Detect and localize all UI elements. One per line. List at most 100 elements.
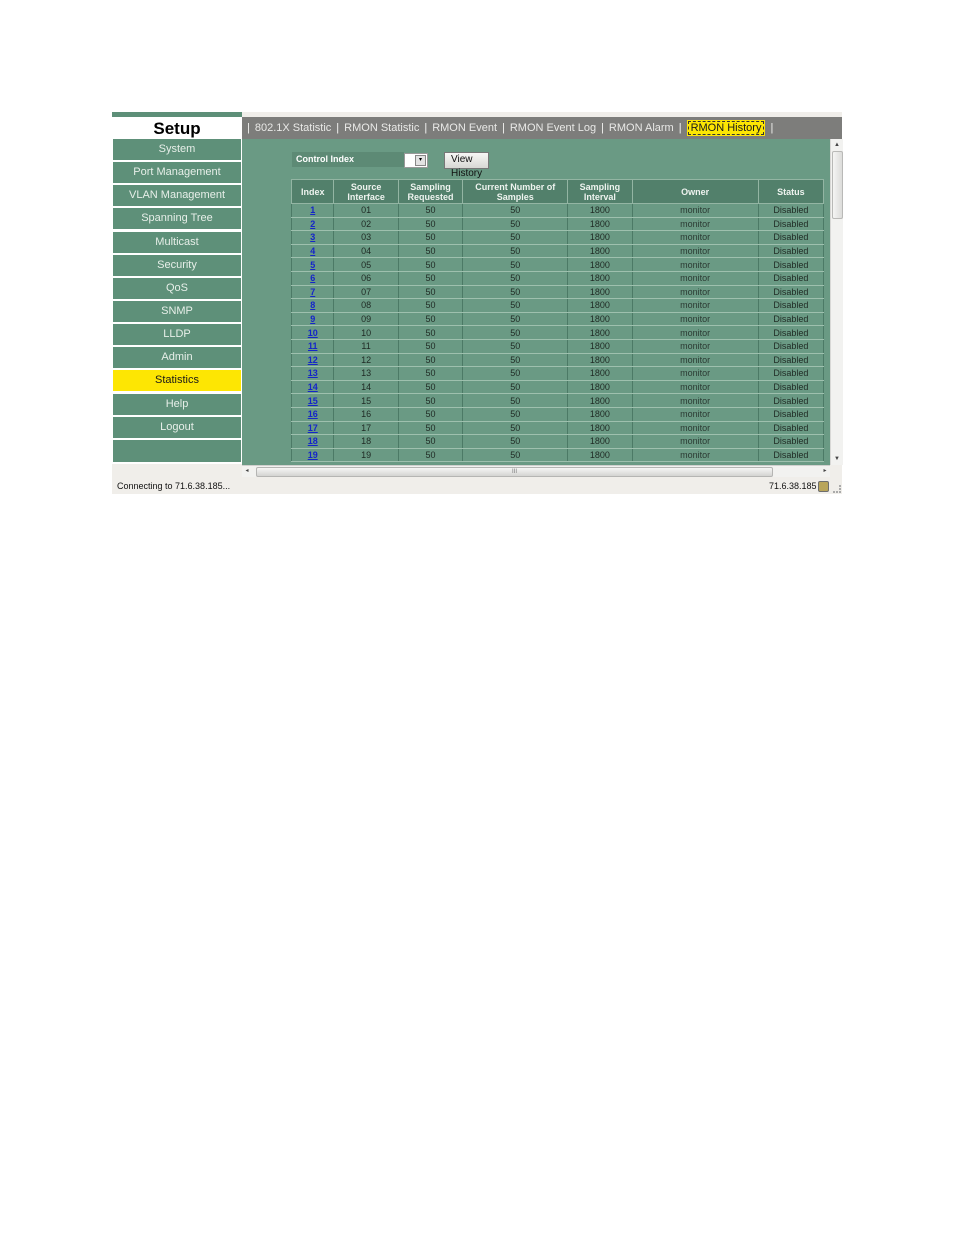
table-row: 19 19 50 50 1800 monitor Disabled [290, 447, 825, 463]
cell-status: Disabled [757, 420, 825, 436]
control-index-select[interactable]: ▾ [404, 153, 428, 168]
index-link[interactable]: 7 [310, 287, 315, 297]
index-link[interactable]: 10 [308, 328, 318, 338]
index-link[interactable]: 8 [310, 300, 315, 310]
scroll-up-icon[interactable]: ▲ [833, 141, 841, 149]
tab-rmon-alarm[interactable]: RMON Alarm [609, 122, 674, 134]
index-link[interactable]: 15 [308, 396, 318, 406]
index-link[interactable]: 13 [308, 368, 318, 378]
index-link[interactable]: 18 [308, 436, 318, 446]
index-link[interactable]: 5 [310, 260, 315, 270]
index-link[interactable]: 1 [310, 205, 315, 215]
sidebar-item-logout[interactable]: Logout [113, 416, 241, 438]
sidebar-item-system[interactable]: System [113, 139, 241, 160]
sidebar-item-vlan-management[interactable]: VLAN Management [113, 185, 241, 207]
sidebar-item-qos[interactable]: QoS [113, 277, 241, 299]
tab-rmon-history[interactable]: RMON History [686, 120, 766, 136]
cell-source-interface: 16 [333, 406, 399, 422]
cell-index: 14 [290, 379, 335, 395]
cell-sampling-requested: 50 [397, 352, 464, 368]
table-row: 11 11 50 50 1800 monitor Disabled [290, 338, 825, 354]
chevron-down-icon[interactable]: ▾ [415, 155, 426, 166]
scroll-right-icon[interactable]: ▸ [820, 466, 830, 477]
cell-owner: monitor [631, 393, 759, 408]
horizontal-scroll-thumb[interactable]: III [256, 467, 773, 477]
cell-current-number-of-samples: 50 [462, 203, 569, 218]
sidebar-item-admin[interactable]: Admin [113, 347, 241, 369]
cell-status: Disabled [757, 311, 825, 327]
index-link[interactable]: 3 [310, 232, 315, 242]
cell-sampling-interval: 1800 [567, 434, 633, 449]
cell-sampling-requested: 50 [397, 284, 464, 300]
index-link[interactable]: 14 [308, 382, 318, 392]
vertical-scroll-thumb[interactable] [832, 151, 843, 219]
cell-owner: monitor [631, 257, 759, 272]
sidebar-item-spanning-tree[interactable]: Spanning Tree [113, 208, 241, 230]
table-row: 5 05 50 50 1800 monitor Disabled [290, 257, 825, 272]
tab-separator: | [247, 122, 250, 134]
column-header-status: Status [757, 179, 825, 204]
cell-source-interface: 18 [333, 434, 399, 449]
cell-index: 13 [290, 366, 335, 381]
index-link[interactable]: 9 [310, 314, 315, 324]
cell-sampling-requested: 50 [397, 406, 464, 422]
scroll-down-icon[interactable]: ▼ [833, 455, 841, 463]
tab-rmon-event-log[interactable]: RMON Event Log [510, 122, 596, 134]
sidebar-item-multicast[interactable]: Multicast [113, 231, 241, 253]
view-history-table-button[interactable]: View History Table [444, 152, 490, 193]
cell-index: 19 [290, 447, 335, 463]
index-link[interactable]: 19 [308, 450, 318, 460]
cell-current-number-of-samples: 50 [462, 257, 569, 272]
sidebar-item-lldp[interactable]: LLDP [113, 324, 241, 346]
index-link[interactable]: 17 [308, 423, 318, 433]
index-link[interactable]: 6 [310, 273, 315, 283]
cell-sampling-interval: 1800 [567, 338, 633, 354]
resize-grip-icon[interactable] [833, 485, 841, 493]
cell-current-number-of-samples: 50 [462, 325, 569, 340]
cell-source-interface: 07 [333, 284, 399, 300]
tab-802-1x-statistic[interactable]: 802.1X Statistic [255, 122, 331, 134]
cell-index: 7 [290, 284, 335, 300]
cell-current-number-of-samples: 50 [462, 406, 569, 422]
sidebar-item-statistics[interactable]: Statistics [113, 370, 241, 392]
cell-sampling-requested: 50 [397, 230, 464, 245]
table-row: 7 07 50 50 1800 monitor Disabled [290, 284, 825, 300]
index-link[interactable]: 11 [308, 341, 318, 351]
cell-index: 1 [290, 203, 335, 218]
cell-status: Disabled [757, 393, 825, 408]
column-header-sampling-requested: Sampling Requested [397, 179, 464, 204]
index-link[interactable]: 2 [310, 219, 315, 229]
cell-source-interface: 13 [333, 366, 399, 381]
cell-owner: monitor [631, 311, 759, 327]
scroll-left-icon[interactable]: ◂ [242, 466, 252, 477]
tab-rmon-event[interactable]: RMON Event [432, 122, 497, 134]
cell-sampling-interval: 1800 [567, 311, 633, 327]
cell-index: 17 [290, 420, 335, 436]
sidebar-item-port-management[interactable]: Port Management [113, 162, 241, 184]
cell-owner: monitor [631, 338, 759, 354]
sidebar-item-security[interactable]: Security [113, 254, 241, 276]
cell-current-number-of-samples: 50 [462, 216, 569, 232]
cell-status: Disabled [757, 203, 825, 218]
table-row: 10 10 50 50 1800 monitor Disabled [290, 325, 825, 340]
horizontal-scrollbar[interactable]: ◂ III ▸ [242, 465, 830, 477]
cell-status: Disabled [757, 434, 825, 449]
index-link[interactable]: 12 [308, 355, 318, 365]
sidebar-title: Setup [153, 119, 201, 138]
cell-index: 6 [290, 270, 335, 286]
cell-owner: monitor [631, 203, 759, 218]
sidebar-item-snmp[interactable]: SNMP [113, 300, 241, 322]
index-link[interactable]: 16 [308, 409, 318, 419]
index-link[interactable]: 4 [310, 246, 315, 256]
cell-owner: monitor [631, 352, 759, 368]
vertical-scrollbar[interactable]: ▲ ▼ [830, 139, 843, 465]
sidebar-item-help[interactable]: Help [113, 393, 241, 415]
cell-sampling-requested: 50 [397, 298, 464, 313]
tab-rmon-statistic[interactable]: RMON Statistic [344, 122, 419, 134]
cell-index: 10 [290, 325, 335, 340]
cell-owner: monitor [631, 270, 759, 286]
cell-source-interface: 08 [333, 298, 399, 313]
cell-owner: monitor [631, 243, 759, 259]
browser-frame: Setup System Port Management VLAN Manageme… [112, 112, 843, 494]
cell-current-number-of-samples: 50 [462, 434, 569, 449]
